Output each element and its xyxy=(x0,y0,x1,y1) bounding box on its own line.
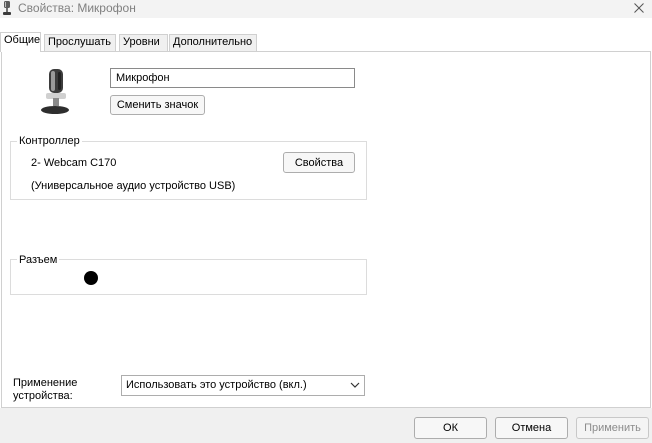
apply-button[interactable]: Применить xyxy=(576,417,649,439)
window-title: Свойства: Микрофон xyxy=(18,1,136,15)
close-icon xyxy=(634,3,644,13)
device-usage-select[interactable]: Использовать это устройство (вкл.) xyxy=(121,375,365,396)
change-icon-button[interactable]: Сменить значок xyxy=(110,95,205,115)
tab-panel xyxy=(1,51,651,408)
controller-properties-button[interactable]: Свойства xyxy=(283,152,355,173)
device-usage-label-line1: Применение xyxy=(13,377,78,389)
jack-color-dot xyxy=(84,271,98,285)
close-button[interactable] xyxy=(628,0,650,16)
microphone-icon xyxy=(3,1,11,15)
controller-group-label: Контроллер xyxy=(17,135,82,147)
chevron-down-icon xyxy=(350,382,360,388)
device-microphone-icon xyxy=(41,69,69,114)
tab-advanced[interactable]: Дополнительно xyxy=(169,34,257,51)
device-name-input[interactable]: Микрофон xyxy=(110,68,355,88)
device-usage-label-line2: устройства: xyxy=(13,390,73,402)
tab-listen[interactable]: Прослушать xyxy=(44,34,116,51)
tab-levels[interactable]: Уровни xyxy=(119,34,168,51)
controller-description: (Универсальное аудио устройство USB) xyxy=(31,180,236,192)
jack-group xyxy=(10,259,367,295)
ok-button[interactable]: ОК xyxy=(414,417,487,439)
controller-name: 2- Webcam C170 xyxy=(31,157,117,169)
tab-general[interactable]: Общие xyxy=(0,32,41,52)
cancel-button[interactable]: Отмена xyxy=(495,417,568,439)
jack-group-label: Разъем xyxy=(17,254,60,266)
